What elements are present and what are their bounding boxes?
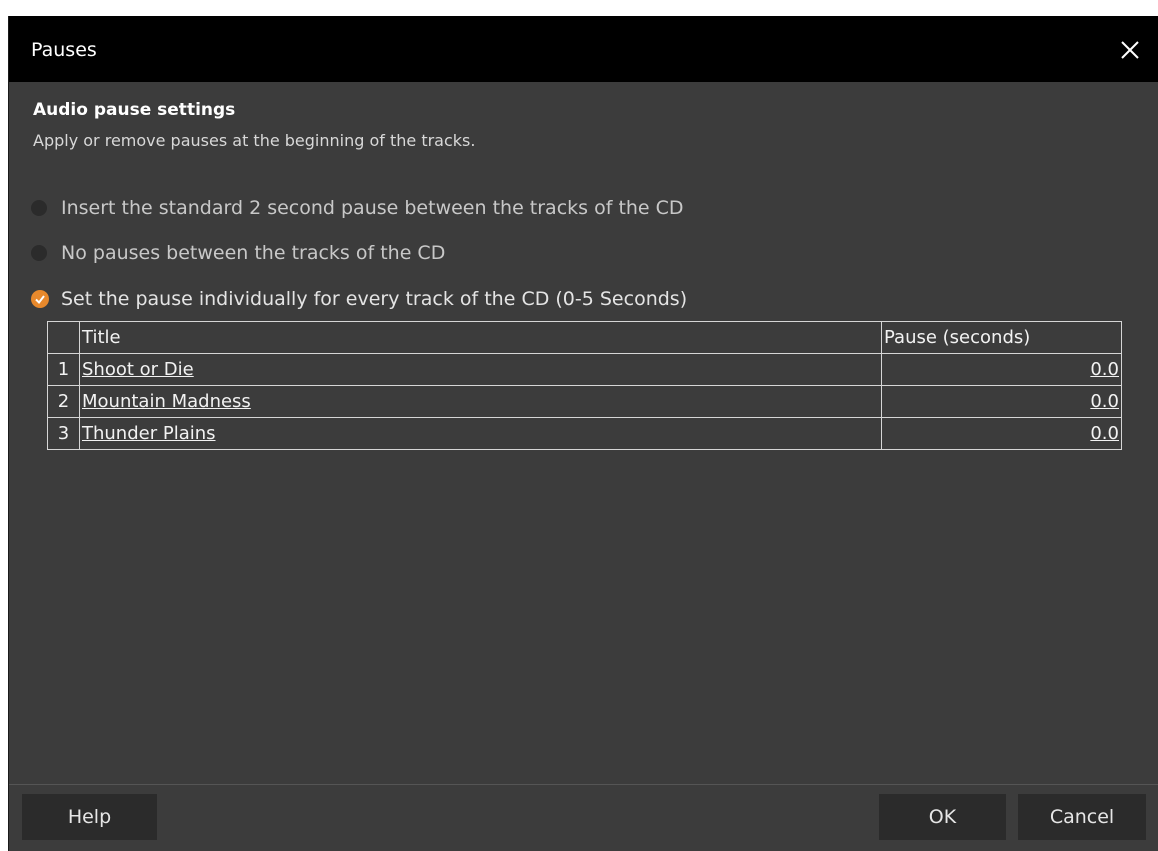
table-header-row: Title Pause (seconds) bbox=[47, 321, 1122, 354]
section-heading: Audio pause settings bbox=[33, 100, 236, 120]
radio-no-pauses[interactable] bbox=[31, 245, 47, 261]
option-individual-pause[interactable]: Set the pause individually for every tra… bbox=[31, 288, 687, 310]
track-title[interactable]: Shoot or Die bbox=[79, 353, 882, 386]
track-title[interactable]: Mountain Madness bbox=[79, 385, 882, 418]
cancel-button[interactable]: Cancel bbox=[1018, 794, 1146, 840]
radio-standard-pause[interactable] bbox=[31, 200, 47, 216]
help-button[interactable]: Help bbox=[22, 794, 157, 840]
column-header-pause[interactable]: Pause (seconds) bbox=[881, 321, 1122, 354]
track-title[interactable]: Thunder Plains bbox=[79, 417, 882, 450]
column-header-number bbox=[47, 321, 80, 354]
table-row[interactable]: 3 Thunder Plains 0.0 bbox=[47, 417, 1122, 450]
option-no-pauses-label: No pauses between the tracks of the CD bbox=[61, 242, 446, 264]
radio-individual-pause[interactable] bbox=[31, 290, 49, 308]
track-number: 3 bbox=[47, 417, 80, 450]
track-number: 1 bbox=[47, 353, 80, 386]
track-pause-table: Title Pause (seconds) 1 Shoot or Die 0.0… bbox=[47, 321, 1122, 450]
close-button[interactable] bbox=[1112, 32, 1148, 68]
pauses-dialog: Pauses Audio pause settings Apply or rem… bbox=[8, 16, 1158, 851]
footer-divider bbox=[9, 784, 1158, 785]
close-icon bbox=[1121, 41, 1139, 59]
title-bar: Pauses bbox=[9, 16, 1158, 82]
table-row[interactable]: 1 Shoot or Die 0.0 bbox=[47, 353, 1122, 386]
column-header-title[interactable]: Title bbox=[79, 321, 882, 354]
window-title: Pauses bbox=[31, 39, 97, 61]
check-icon bbox=[35, 295, 45, 305]
track-pause-value[interactable]: 0.0 bbox=[881, 417, 1122, 450]
option-standard-pause-label: Insert the standard 2 second pause betwe… bbox=[61, 197, 684, 219]
option-individual-pause-label: Set the pause individually for every tra… bbox=[61, 288, 688, 310]
track-pause-value[interactable]: 0.0 bbox=[881, 353, 1122, 386]
table-row[interactable]: 2 Mountain Madness 0.0 bbox=[47, 385, 1122, 418]
option-no-pauses[interactable]: No pauses between the tracks of the CD bbox=[31, 242, 445, 264]
track-number: 2 bbox=[47, 385, 80, 418]
section-description: Apply or remove pauses at the beginning … bbox=[33, 131, 476, 150]
option-standard-pause[interactable]: Insert the standard 2 second pause betwe… bbox=[31, 197, 684, 219]
track-pause-value[interactable]: 0.0 bbox=[881, 385, 1122, 418]
ok-button[interactable]: OK bbox=[879, 794, 1006, 840]
